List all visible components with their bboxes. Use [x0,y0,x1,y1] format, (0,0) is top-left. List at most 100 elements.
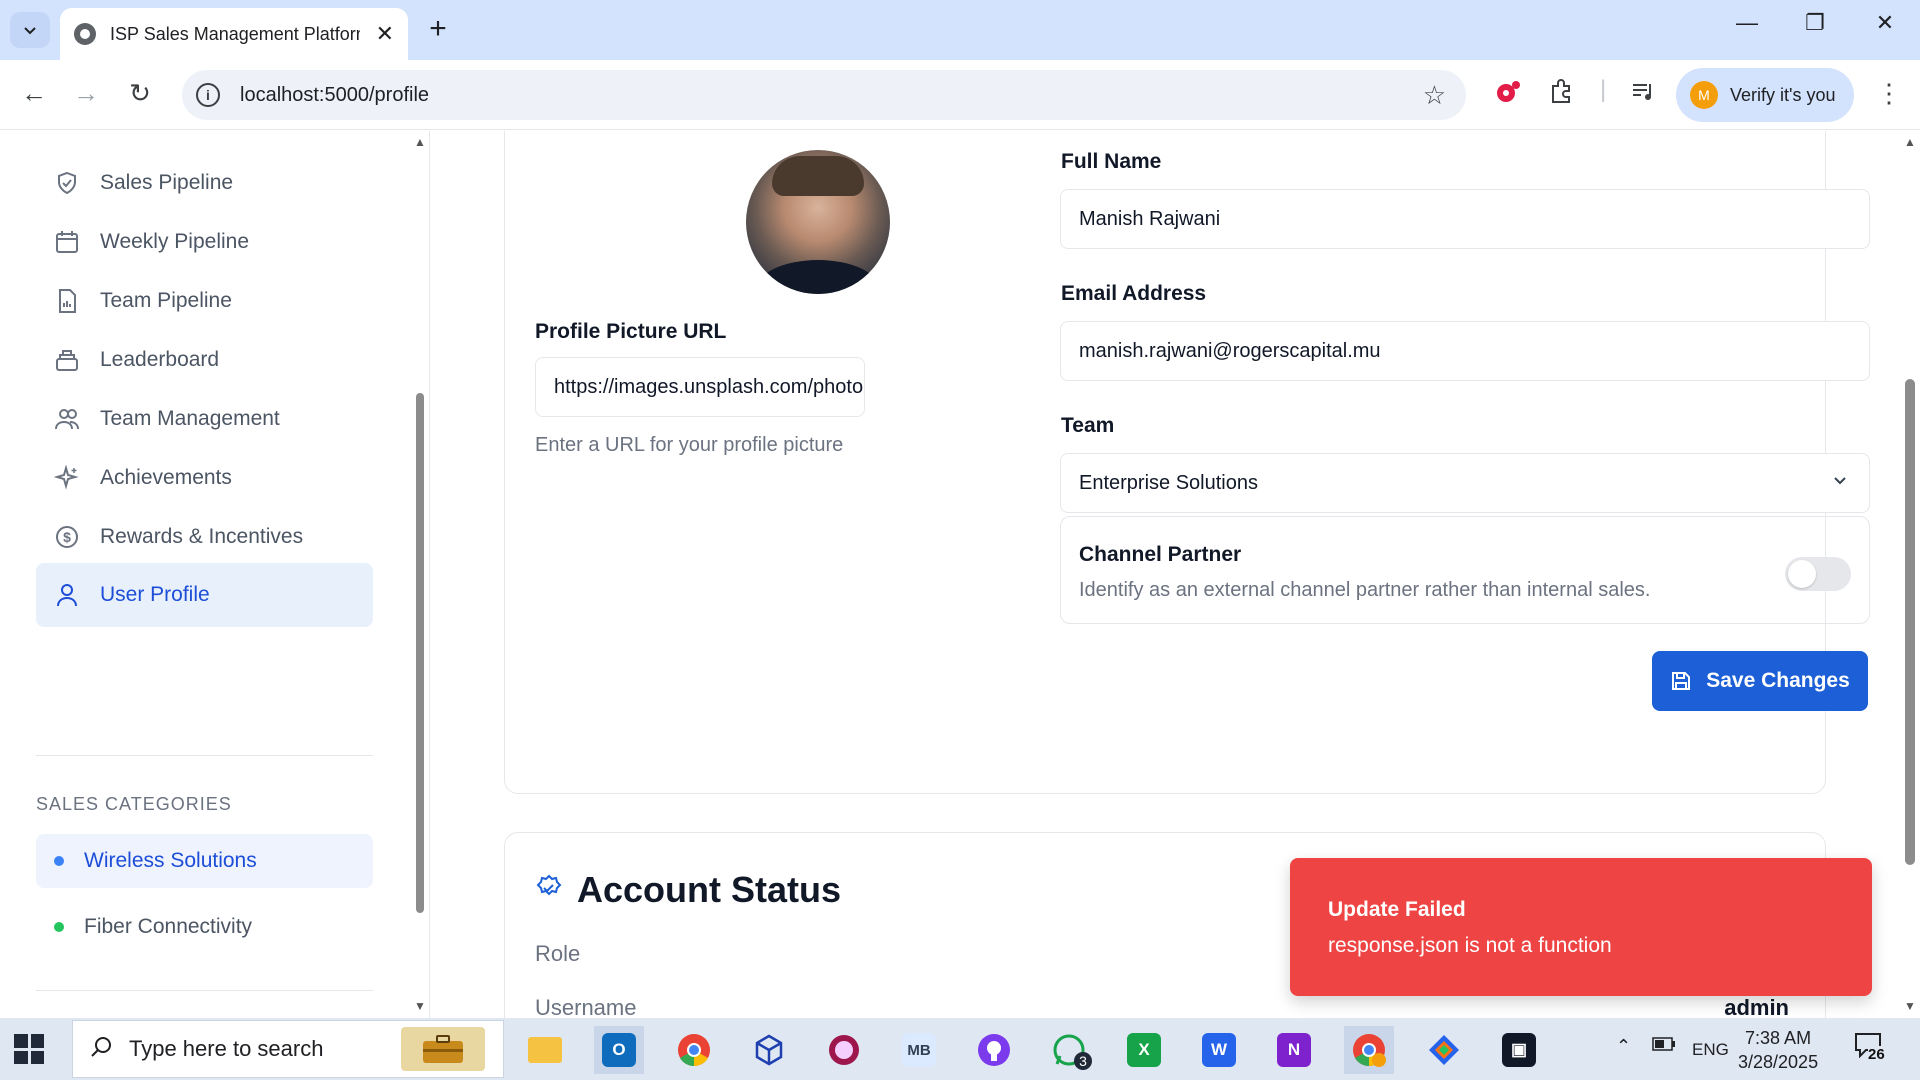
file-explorer-icon[interactable] [520,1026,570,1074]
sidebar-item-team-pipeline[interactable]: Team Pipeline [36,269,373,333]
sparkles-icon [54,465,80,491]
username-value: admin [1724,995,1789,1018]
sidebar-item-weekly-pipeline[interactable]: Weekly Pipeline [36,210,373,274]
account-status-heading: Account Status [535,869,841,911]
role-label: Role [535,941,581,966]
sales-categories-heading: SALES CATEGORIES [36,794,232,814]
globe-icon [74,23,96,45]
whatsapp-icon[interactable]: 3 [1044,1026,1094,1074]
box-app-icon[interactable]: ▣ [1494,1026,1544,1074]
taskbar-search[interactable]: Type here to search [72,1020,504,1078]
address-bar[interactable]: i localhost:5000/profile ☆ [182,70,1466,120]
category-item-fiber[interactable]: Fiber Connectivity [36,900,373,954]
team-label: Team [1061,414,1115,437]
email-label: Email Address [1061,282,1207,305]
close-window-button[interactable]: ✕ [1860,10,1910,36]
puzzle-icon[interactable] [1548,78,1574,111]
main-scroll-thumb[interactable] [1905,379,1915,865]
toast-title: Update Failed [1328,898,1466,921]
system-clock[interactable]: 7:38 AM 3/28/2025 [1738,1026,1818,1074]
sidebar-item-label: Rewards & Incentives [100,525,304,548]
error-toast[interactable]: Update Failed response.json is not a fun… [1290,858,1872,996]
sidebar-item-rewards[interactable]: $ Rewards & Incentives [36,505,373,569]
sidebar-scroll-thumb[interactable] [416,393,424,913]
email-input[interactable]: manish.rajwani@rogerscapital.mu [1060,321,1870,381]
report-icon [54,288,80,314]
browser-tab[interactable]: ISP Sales Management Platform ✕ [60,8,408,60]
sidebar-item-label: Achievements [100,466,232,489]
whatsapp-badge: 3 [1074,1052,1092,1070]
browser-tab-bar: ISP Sales Management Platform ✕ + — ❐ ✕ [0,0,1920,60]
sidebar-item-team-management[interactable]: Team Management [36,387,373,451]
scroll-up-icon[interactable]: ▲ [414,135,426,149]
team-select-value: Enterprise Solutions [1079,471,1258,494]
toolbar-separator: | [1600,76,1607,103]
cube-app-icon[interactable] [744,1026,794,1074]
sidebar-item-user-profile[interactable]: User Profile [36,563,373,627]
team-select[interactable]: Enterprise Solutions [1060,453,1870,513]
toast-message: response.json is not a function [1328,934,1612,957]
save-changes-button[interactable]: Save Changes [1652,651,1868,711]
briefcase-icon [401,1027,485,1071]
url-text: localhost:5000/profile [240,83,430,106]
battery-icon[interactable] [1652,1036,1676,1057]
windows-taskbar: Type here to search O MB 3 X W N ▣ ⌃ ENG… [0,1018,1920,1080]
restore-button[interactable]: ❐ [1790,10,1840,36]
taskbar-search-placeholder: Type here to search [129,1036,324,1061]
chrome-profile-icon[interactable] [1344,1026,1394,1074]
category-item-wireless[interactable]: Wireless Solutions [36,834,373,888]
sidebar-item-achievements[interactable]: Achievements [36,446,373,510]
site-info-icon[interactable]: i [196,83,220,107]
media-control-icon[interactable] [1630,78,1656,111]
github-icon[interactable] [969,1026,1019,1074]
sidebar-item-label: Team Management [100,407,280,430]
language-indicator[interactable]: ENG [1692,1040,1729,1060]
chrome-icon[interactable] [669,1026,719,1074]
full-name-input[interactable]: Manish Rajwani [1060,189,1870,249]
sidebar-item-label: Team Pipeline [100,289,232,312]
profile-verify-button[interactable]: M Verify it's you [1676,68,1854,122]
notification-center-icon[interactable]: 26 [1854,1032,1890,1066]
category-dot [54,922,64,932]
channel-partner-toggle[interactable] [1785,557,1851,591]
more-menu-icon[interactable]: ⋮ [1876,78,1902,109]
sidebar-item-sales-pipeline[interactable]: Sales Pipeline [36,151,373,215]
search-icon [89,1035,113,1064]
extension-icon[interactable] [1494,78,1522,113]
markdown-app-icon[interactable]: MB [894,1026,944,1074]
back-button[interactable]: ← [16,78,52,109]
scroll-up-icon[interactable]: ▲ [1904,135,1916,149]
minimize-button[interactable]: — [1722,10,1772,36]
onenote-icon[interactable]: N [1269,1026,1319,1074]
tray-chevron-up-icon[interactable]: ⌃ [1616,1036,1631,1057]
scroll-down-icon[interactable]: ▼ [1904,999,1916,1013]
new-tab-button[interactable]: + [420,12,456,46]
windows-start-icon[interactable] [14,1034,44,1064]
scroll-down-icon[interactable]: ▼ [414,999,426,1013]
category-label: Wireless Solutions [84,849,257,872]
close-tab-icon[interactable]: ✕ [376,21,394,47]
tray-icon [54,347,80,373]
picture-url-hint: Enter a URL for your profile picture [535,434,844,456]
git-app-icon[interactable] [1419,1026,1469,1074]
word-icon[interactable]: W [1194,1026,1244,1074]
main-scrollbar[interactable]: ▲ ▼ [1900,131,1920,1018]
forward-button[interactable]: → [68,78,104,109]
picture-url-input[interactable]: https://images.unsplash.com/photo-153 [535,357,865,417]
chevron-down-icon [24,27,36,35]
circle-app-icon[interactable] [819,1026,869,1074]
sidebar-item-leaderboard[interactable]: Leaderboard [36,328,373,392]
category-dot [54,856,64,866]
outlook-icon[interactable]: O [594,1026,644,1074]
tab-search-button[interactable] [10,12,50,48]
sidebar-scrollbar[interactable]: ▲ ▼ [412,131,428,1018]
clock-time: 7:38 AM [1745,1028,1812,1048]
bookmark-star-icon[interactable]: ☆ [1423,80,1446,111]
excel-icon[interactable]: X [1119,1026,1169,1074]
reload-button[interactable]: ↻ [122,78,158,109]
channel-partner-box: Channel Partner Identify as an external … [1060,516,1870,624]
sidebar-item-label: Leaderboard [100,348,220,371]
channel-partner-title: Channel Partner [1079,543,1242,566]
sidebar-divider [36,990,373,991]
profile-picture [746,150,890,294]
